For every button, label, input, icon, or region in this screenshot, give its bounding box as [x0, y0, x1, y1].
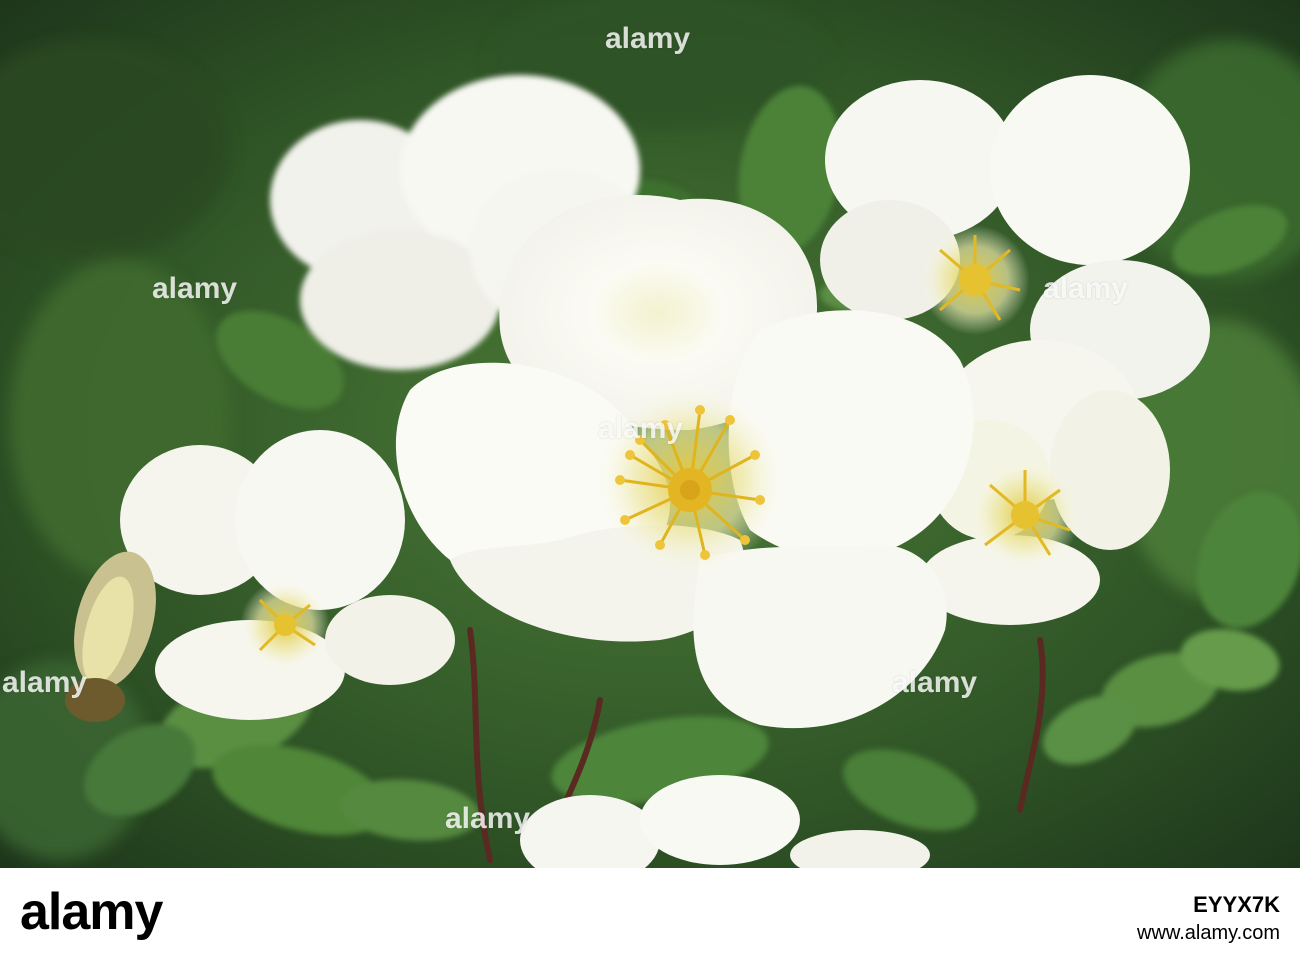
watermark-top: alamy [605, 22, 691, 55]
watermark-bottom: alamy [445, 802, 531, 835]
footer-url: www.alamy.com [1137, 922, 1280, 944]
image-id: EYYX7K [1193, 892, 1280, 917]
footer-bar: alamy EYYX7K www.alamy.com [0, 868, 1300, 956]
photo: alamy alamy alamy alamy alamy alamy alam… [0, 0, 1300, 868]
watermark-mid-left: alamy [2, 666, 88, 699]
watermark-center: alamy [598, 412, 684, 445]
footer-logo: alamy [20, 883, 163, 941]
watermark-left: alamy [152, 272, 238, 305]
watermark-mid-right: alamy [892, 666, 978, 699]
watermark-right: alamy [1043, 272, 1129, 305]
